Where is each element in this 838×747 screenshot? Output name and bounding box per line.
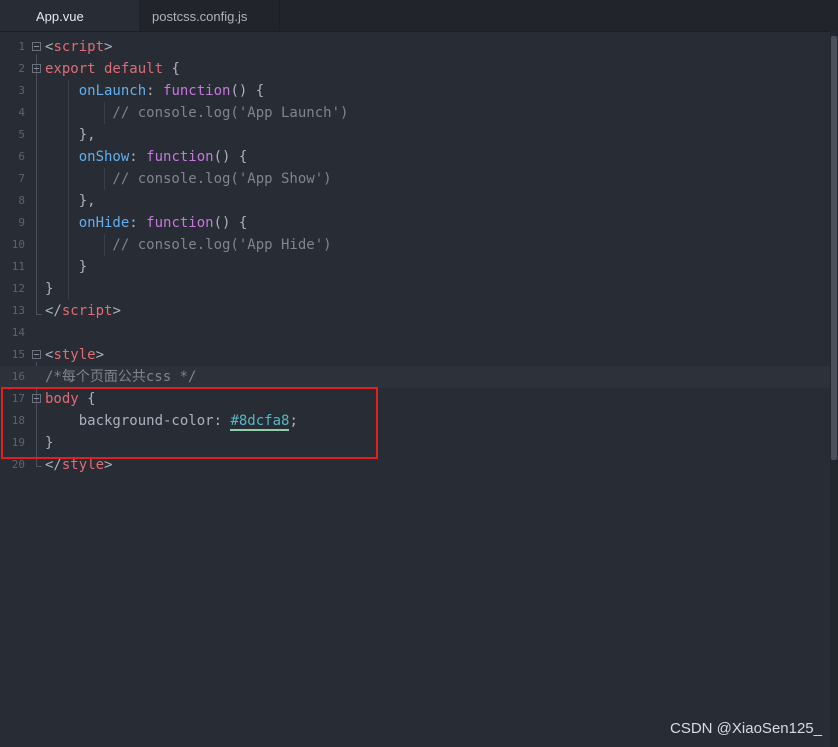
tab-app-vue[interactable]: App.vue — [0, 0, 139, 31]
code-text: onLaunch: function() { — [45, 80, 264, 102]
code-token: script — [61, 303, 113, 319]
code-text: } — [45, 278, 53, 300]
code-token: </ — [45, 303, 62, 319]
code-text: onShow: function() { — [45, 146, 248, 168]
code-line[interactable]: 8 }, — [0, 190, 830, 212]
code-text: onHide: function() { — [45, 212, 248, 234]
tab-bar: App.vue postcss.config.js — [0, 0, 838, 32]
line-number: 14 — [11, 326, 25, 339]
code-text: // console.log('App Launch') — [45, 102, 348, 124]
code-token: style — [53, 347, 96, 363]
fold-toggle-icon[interactable] — [32, 42, 41, 51]
line-number: 9 — [18, 216, 25, 229]
code-text: // console.log('App Show') — [45, 168, 332, 190]
code-text: <script> — [45, 36, 112, 58]
line-number: 10 — [11, 238, 25, 251]
code-token: > — [95, 347, 105, 363]
code-line[interactable]: 9 onHide: function() { — [0, 212, 830, 234]
annotation-highlight-box — [1, 387, 378, 459]
line-number: 11 — [11, 260, 25, 273]
code-token: }, — [45, 127, 96, 143]
code-token: // console.log('App Show') — [45, 171, 332, 187]
code-line[interactable]: 1 <script> — [0, 36, 830, 58]
code-token: : — [129, 149, 147, 165]
line-number: 2 — [18, 62, 25, 75]
code-token: export default — [45, 61, 164, 77]
editor-window: App.vue postcss.config.js 1 <script> 2 expo… — [0, 0, 838, 747]
fold-toggle-icon[interactable] — [32, 350, 41, 359]
line-number: 15 — [11, 348, 25, 361]
line-number: 5 — [18, 128, 25, 141]
line-number: 3 — [18, 84, 25, 97]
watermark: CSDN @XiaoSen125_ — [670, 720, 822, 737]
code-text: }, — [45, 190, 96, 212]
code-line[interactable]: 5 }, — [0, 124, 830, 146]
code-token: : — [146, 83, 164, 99]
code-token: // console.log('App Launch') — [45, 105, 349, 121]
code-line[interactable]: 6 onShow: function() { — [0, 146, 830, 168]
line-number: 12 — [11, 282, 25, 295]
code-line[interactable]: 12} — [0, 278, 830, 300]
code-token: /*每个页面公共css */ — [45, 369, 197, 385]
scrollbar-thumb[interactable] — [831, 36, 837, 460]
code-token: onShow — [78, 149, 130, 165]
code-token: onLaunch — [78, 83, 147, 99]
code-token: onHide — [78, 215, 130, 231]
code-token: </ — [45, 457, 62, 473]
code-token: function — [146, 149, 214, 165]
code-line[interactable]: 15 <style> — [0, 344, 830, 366]
code-text: } — [45, 256, 87, 278]
code-token: function — [146, 215, 214, 231]
code-text: export default { — [45, 58, 180, 80]
code-line[interactable]: 7 // console.log('App Show') — [0, 168, 830, 190]
code-text: <style> — [45, 344, 104, 366]
vertical-scrollbar[interactable] — [830, 31, 838, 747]
code-text: // console.log('App Hide') — [45, 234, 332, 256]
code-line[interactable]: 14 — [0, 322, 830, 344]
code-text: /*每个页面公共css */ — [45, 366, 196, 388]
code-line[interactable]: 16 /*每个页面公共css */ — [0, 366, 830, 388]
line-number: 8 — [18, 194, 25, 207]
code-token: { — [163, 61, 180, 77]
code-line[interactable]: 13 </script> — [0, 300, 830, 322]
code-line[interactable]: 2 export default { — [0, 58, 830, 80]
line-number: 6 — [18, 150, 25, 163]
line-number: 7 — [18, 172, 25, 185]
line-number: 4 — [18, 106, 25, 119]
code-line[interactable]: 4 // console.log('App Launch') — [0, 102, 830, 124]
line-number: 16 — [11, 370, 25, 383]
line-number: 1 — [18, 40, 25, 53]
code-text: }, — [45, 124, 96, 146]
code-token: () { — [213, 149, 248, 165]
code-token: > — [104, 457, 113, 473]
code-token: style — [61, 457, 105, 473]
code-token: > — [104, 39, 113, 55]
code-token: () { — [230, 83, 265, 99]
fold-toggle-icon[interactable] — [32, 64, 41, 73]
code-token: () { — [213, 215, 248, 231]
tab-postcss-config[interactable]: postcss.config.js — [139, 0, 280, 31]
code-token: // console.log('App Hide') — [45, 237, 332, 253]
code-token: : — [129, 215, 147, 231]
code-token: > — [112, 303, 121, 319]
code-token: } — [45, 259, 88, 275]
code-line[interactable]: 3 onLaunch: function() { — [0, 80, 830, 102]
code-line[interactable]: 10 // console.log('App Hide') — [0, 234, 830, 256]
code-token: }, — [45, 193, 96, 209]
code-token: } — [45, 281, 54, 297]
code-token: script — [53, 39, 105, 55]
code-text: </script> — [45, 300, 121, 322]
code-line[interactable]: 11 } — [0, 256, 830, 278]
code-token: function — [163, 83, 231, 99]
line-number: 13 — [11, 304, 25, 317]
